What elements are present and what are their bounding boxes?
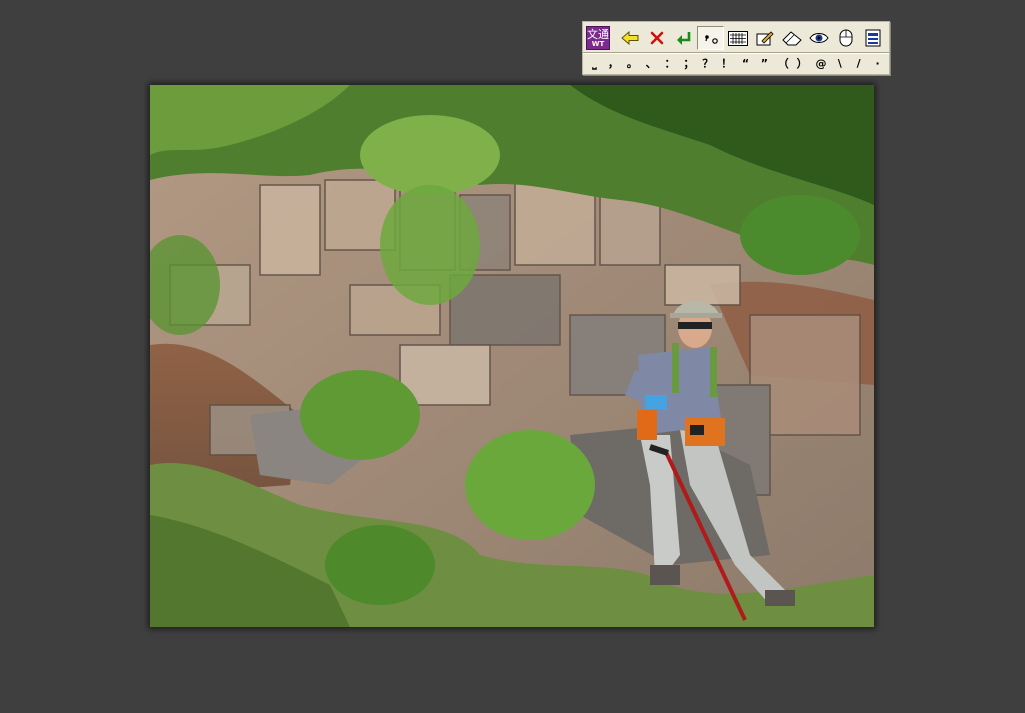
ime-logo-subtext: WT bbox=[591, 39, 605, 48]
ime-logo-text: 文通 bbox=[587, 27, 609, 41]
soft-keyboard-button[interactable] bbox=[724, 26, 751, 50]
punct-exclamation[interactable]: ！ bbox=[717, 55, 736, 73]
punct-close-paren[interactable]: ） bbox=[793, 55, 812, 73]
edit-button[interactable] bbox=[751, 26, 778, 50]
keyboard-icon bbox=[727, 30, 748, 46]
punct-at[interactable]: @ bbox=[812, 55, 831, 73]
help-document-button[interactable] bbox=[859, 26, 886, 50]
mouse-icon bbox=[839, 29, 852, 47]
ime-toolbar: 文通 WT ⎵ ， 。 、 ： ； ？ ！ “ ” （ ） @ \ / · bbox=[582, 21, 890, 75]
enter-button[interactable] bbox=[670, 26, 697, 50]
back-arrow-icon bbox=[620, 31, 638, 45]
eraser-button[interactable] bbox=[778, 26, 805, 50]
punctuation-mode-icon bbox=[704, 35, 718, 44]
eye-icon bbox=[808, 33, 829, 43]
punct-middle-dot[interactable]: · bbox=[868, 55, 887, 73]
punct-colon[interactable]: ： bbox=[661, 55, 680, 73]
punct-close-quote[interactable]: ” bbox=[755, 55, 774, 73]
punct-open-paren[interactable]: （ bbox=[774, 55, 793, 73]
view-button[interactable] bbox=[805, 26, 832, 50]
close-button[interactable] bbox=[643, 26, 670, 50]
punct-comma[interactable]: ， bbox=[604, 55, 623, 73]
punct-slash[interactable]: / bbox=[849, 55, 868, 73]
punct-open-quote[interactable]: “ bbox=[736, 55, 755, 73]
hiker-rock-outcrop-photo bbox=[150, 85, 874, 627]
punct-semicolon[interactable]: ； bbox=[679, 55, 698, 73]
edit-icon bbox=[756, 31, 774, 46]
punct-enumeration-comma[interactable]: 、 bbox=[642, 55, 661, 73]
punctuation-bar: ⎵ ， 。 、 ： ； ？ ！ “ ” （ ） @ \ / · bbox=[585, 55, 887, 73]
image-viewer: 文通 WT ⎵ ， 。 、 ： ； ？ ！ “ ” （ ） @ \ / · bbox=[0, 0, 1025, 713]
photo bbox=[150, 85, 874, 627]
ime-toolbar-row-main: 文通 WT bbox=[586, 25, 886, 51]
punct-question[interactable]: ？ bbox=[698, 55, 717, 73]
punct-period[interactable]: 。 bbox=[623, 55, 642, 73]
ime-logo-icon[interactable]: 文通 WT bbox=[586, 26, 610, 50]
document-icon bbox=[865, 29, 880, 47]
punctuation-mode-button[interactable] bbox=[697, 26, 724, 50]
punct-backslash[interactable]: \ bbox=[830, 55, 849, 73]
ime-toolbar-divider bbox=[583, 52, 889, 54]
punct-space[interactable]: ⎵ bbox=[585, 55, 604, 73]
close-icon bbox=[650, 31, 663, 45]
enter-icon bbox=[676, 32, 690, 45]
back-button[interactable] bbox=[616, 26, 643, 50]
mouse-button[interactable] bbox=[832, 26, 859, 50]
eraser-icon bbox=[781, 31, 802, 46]
